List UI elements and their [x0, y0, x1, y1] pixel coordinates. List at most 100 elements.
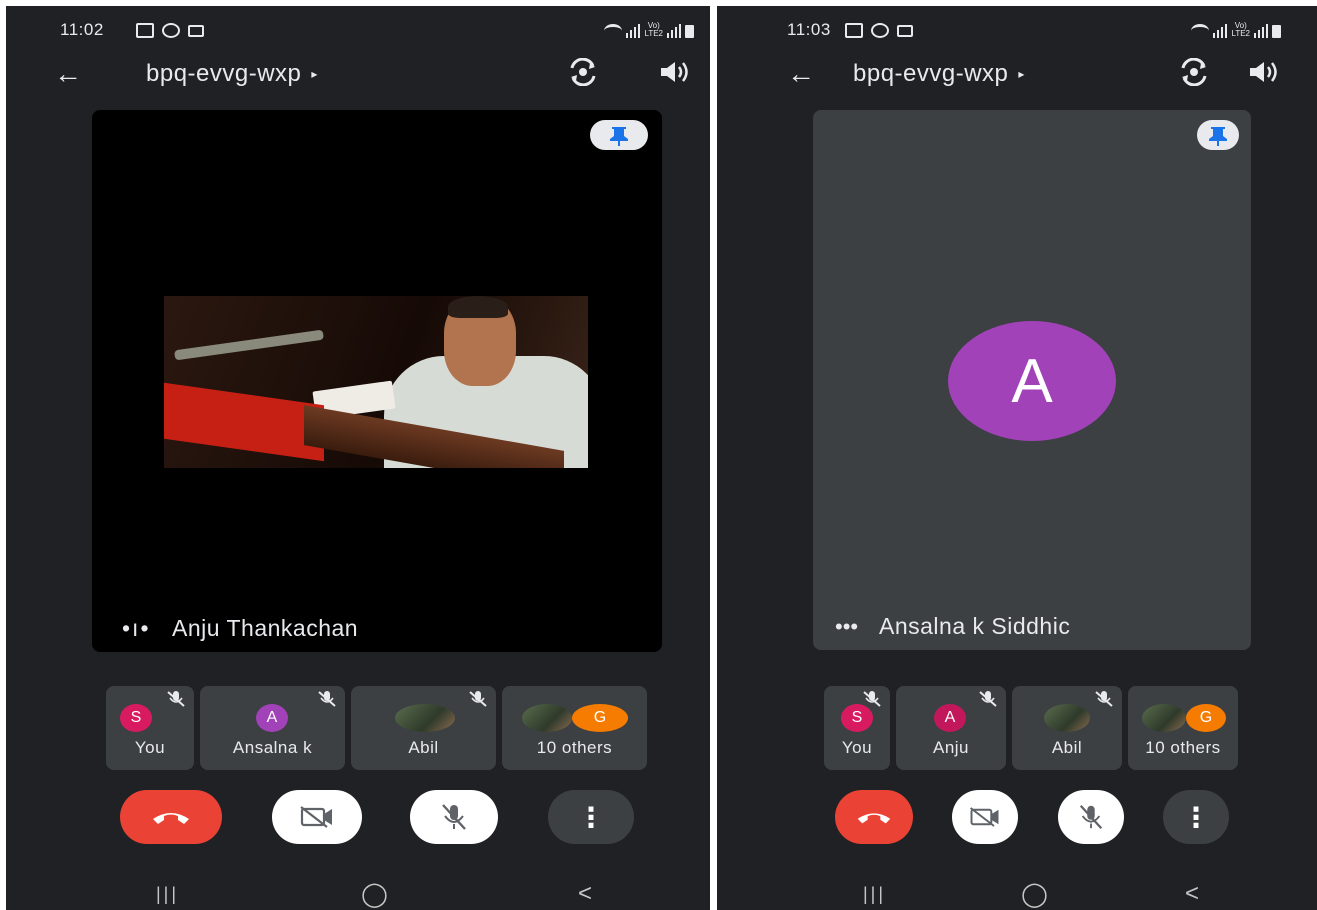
participant-video-frame [164, 296, 588, 468]
speaker-icon[interactable] [658, 58, 692, 86]
speaker-icon[interactable] [1247, 58, 1281, 86]
participant-strip: S You A Ansalna k Abil G 10 others [106, 686, 647, 770]
end-call-button[interactable] [120, 790, 222, 844]
red-podium [164, 383, 324, 461]
toggle-camera-button[interactable] [272, 790, 362, 844]
recents-icon[interactable]: ||| [156, 884, 179, 905]
participant-label: Anju [896, 738, 1006, 758]
switch-camera-icon[interactable] [568, 58, 598, 86]
participant-label: 10 others [1128, 738, 1238, 758]
notification-icons [136, 23, 204, 38]
participant-strip: S You A Anju Abil G 10 others [824, 686, 1238, 770]
notification-icons [845, 23, 913, 38]
toggle-camera-button[interactable] [952, 790, 1018, 844]
more-options-button[interactable]: ⋮ [548, 790, 634, 844]
pin-icon [1197, 120, 1239, 150]
avatar: S [841, 704, 873, 732]
main-tile-name-row: •••Ansalna k Siddhic [835, 613, 1070, 640]
back-arrow-icon[interactable]: ← [787, 58, 815, 90]
toggle-mic-button[interactable] [410, 790, 498, 844]
battery-icon [1272, 25, 1281, 38]
recents-icon[interactable]: ||| [863, 884, 886, 905]
gallery-icon [136, 23, 154, 38]
signal-2-icon [1254, 24, 1268, 38]
avatar-photo [1142, 704, 1186, 732]
system-icons: Vo)LTE2 [604, 22, 694, 38]
app-bar: ← bpq-evvg-wxp ▸ [6, 56, 710, 96]
hang-up-icon [150, 807, 192, 827]
participant-tile-others[interactable]: G 10 others [1128, 686, 1238, 770]
phone-screen-left: 11:02 Vo)LTE2 ← bpq-evvg-wxp ▸ [6, 6, 710, 910]
video-notification-icon [188, 25, 204, 37]
avatar-photo [522, 704, 572, 732]
end-call-button[interactable] [835, 790, 913, 844]
call-controls: ⋮ [717, 790, 1317, 846]
avatar: S [120, 704, 152, 732]
dropdown-caret-icon: ▸ [1018, 67, 1025, 81]
lte-icon: Vo)LTE2 [1231, 22, 1250, 38]
app-notification-icon [162, 23, 180, 38]
meeting-code: bpq-evvg-wxp [146, 60, 301, 87]
video-notification-icon [897, 25, 913, 37]
participant-tile-anju[interactable]: A Anju [896, 686, 1006, 770]
muted-mic-icon [166, 690, 186, 708]
muted-mic-icon [468, 690, 488, 708]
meeting-code-button[interactable]: bpq-evvg-wxp ▸ [146, 60, 318, 88]
mic-off-icon [438, 802, 470, 832]
participant-label: Ansalna k [200, 738, 345, 758]
battery-icon [685, 25, 694, 38]
participant-tile-ansalna[interactable]: A Ansalna k [200, 686, 345, 770]
participant-tile-abil[interactable]: Abil [1012, 686, 1122, 770]
speaking-indicator-icon: •ı• [122, 615, 150, 642]
meeting-code-button[interactable]: bpq-evvg-wxp ▸ [853, 60, 1025, 88]
video-off-icon [297, 804, 337, 830]
avatar: A [934, 704, 966, 732]
signal-2-icon [667, 24, 681, 38]
muted-mic-icon [317, 690, 337, 708]
system-icons: Vo)LTE2 [1191, 22, 1281, 38]
app-notification-icon [871, 23, 889, 38]
participant-tile-you[interactable]: S You [106, 686, 194, 770]
app-bar: ← bpq-evvg-wxp ▸ [717, 56, 1317, 96]
muted-mic-icon [1094, 690, 1114, 708]
dropdown-caret-icon: ▸ [311, 67, 318, 81]
more-vert-icon: ⋮ [577, 801, 605, 834]
status-time: 11:03 [787, 20, 831, 40]
meeting-code: bpq-evvg-wxp [853, 60, 1008, 87]
lte-icon: Vo)LTE2 [644, 22, 663, 38]
main-video-tile[interactable]: •ı• Anju Thankachan [92, 110, 662, 652]
toggle-mic-button[interactable] [1058, 790, 1124, 844]
pin-button[interactable] [590, 120, 648, 150]
participant-tile-you[interactable]: S You [824, 686, 890, 770]
phone-screen-right: 11:03 Vo)LTE2 ← bpq-evvg-wxp ▸ [717, 6, 1317, 910]
call-controls: ⋮ [6, 790, 710, 846]
nav-back-icon[interactable]: < [578, 880, 592, 908]
avatar-photo [1044, 704, 1090, 732]
switch-camera-icon[interactable] [1179, 58, 1209, 86]
video-off-icon [967, 805, 1003, 829]
mic-off-icon [1076, 803, 1106, 831]
wifi-icon [1191, 24, 1209, 38]
participant-tile-abil[interactable]: Abil [351, 686, 496, 770]
more-options-button[interactable]: ⋮ [1163, 790, 1229, 844]
participant-label: You [106, 738, 194, 758]
nav-back-icon[interactable]: < [1185, 880, 1199, 908]
home-icon[interactable]: ◯ [361, 880, 388, 909]
microphone-in-video [174, 330, 324, 361]
pin-icon [590, 120, 648, 150]
tile-menu-icon[interactable]: ••• [835, 614, 859, 640]
avatar: G [572, 704, 628, 732]
back-arrow-icon[interactable]: ← [54, 58, 82, 90]
hang-up-icon [855, 807, 893, 827]
system-nav-bar: ||| ◯ < [717, 880, 1317, 910]
signal-icon [1213, 24, 1227, 38]
participant-tile-others[interactable]: G 10 others [502, 686, 647, 770]
main-tile-name: Anju Thankachan [172, 615, 358, 641]
participant-avatar-large: A [948, 321, 1116, 441]
wifi-icon [604, 24, 622, 38]
home-icon[interactable]: ◯ [1021, 880, 1048, 909]
status-time: 11:02 [60, 20, 104, 40]
avatar-photo [395, 704, 455, 732]
pin-button[interactable] [1197, 120, 1239, 150]
main-video-tile[interactable]: A •••Ansalna k Siddhic [813, 110, 1251, 650]
